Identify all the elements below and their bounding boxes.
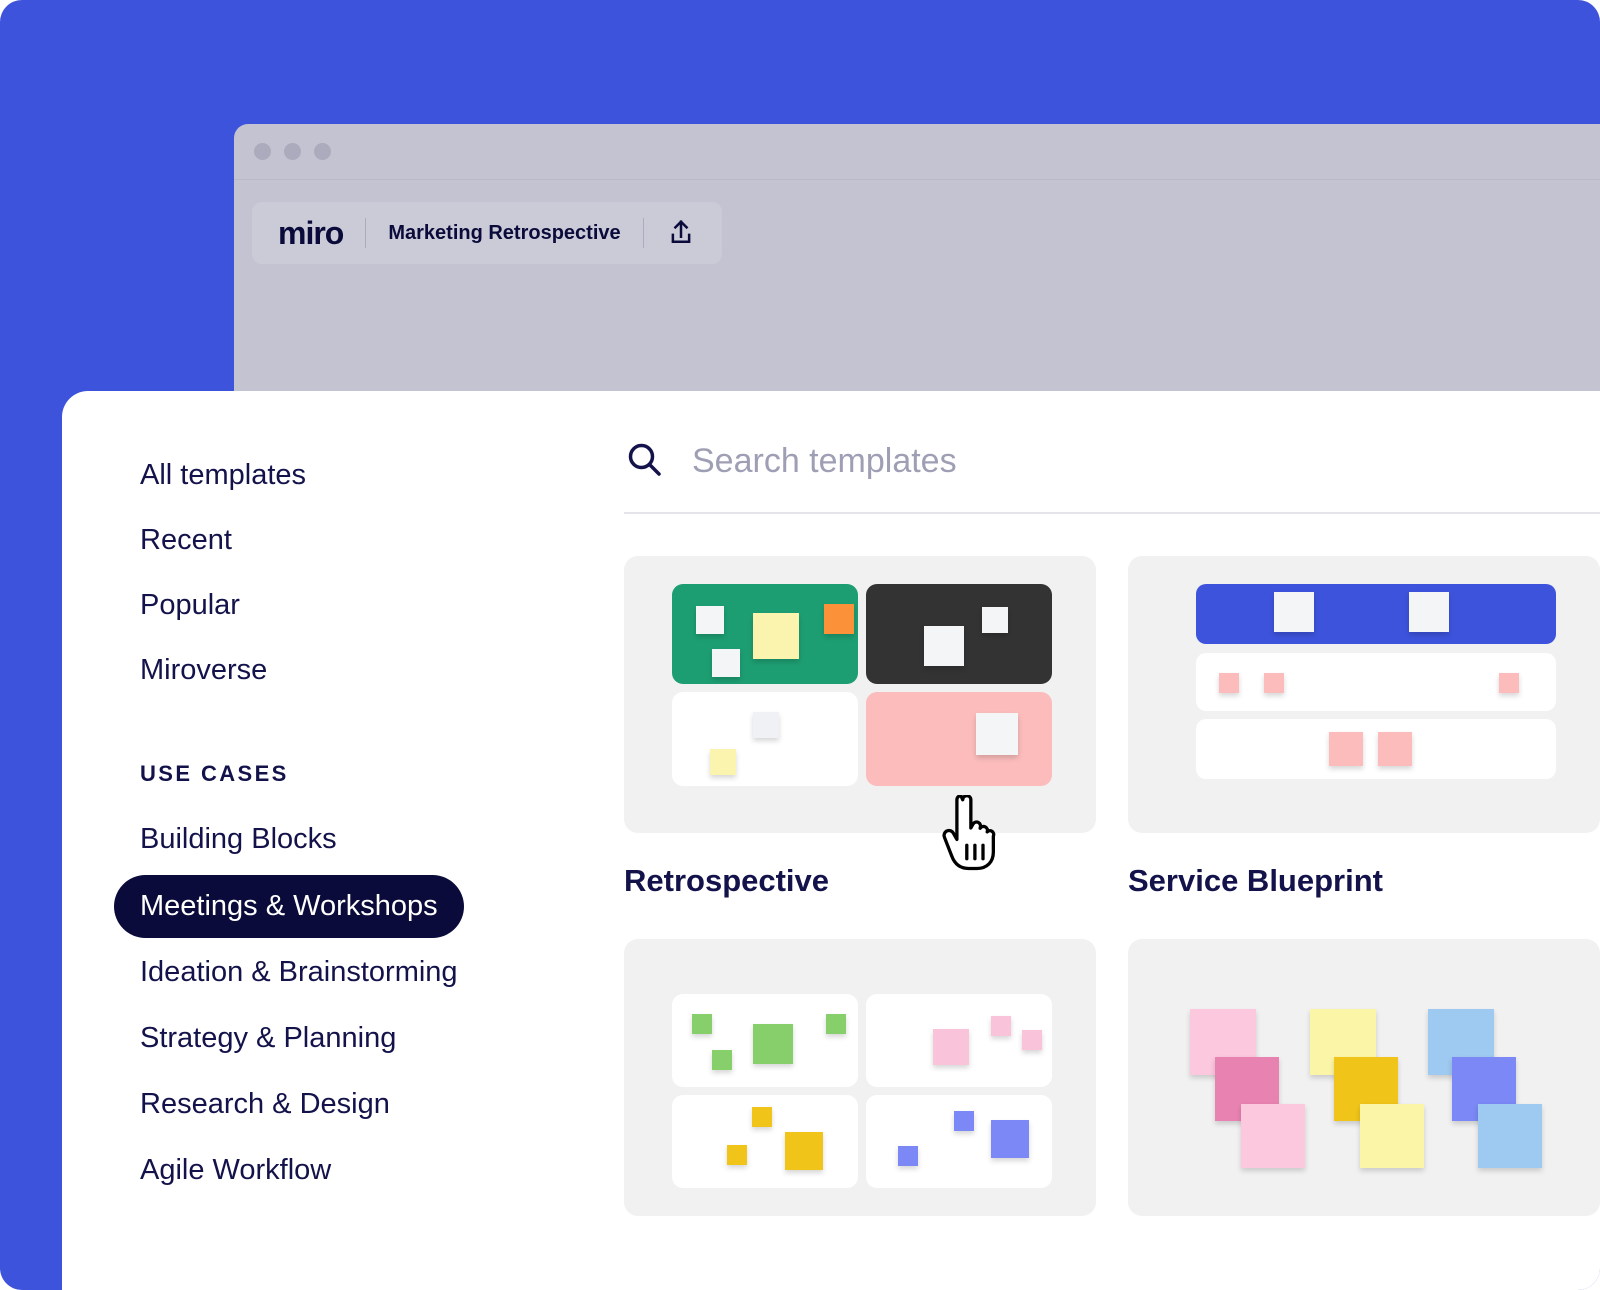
sticky-note	[1378, 732, 1412, 766]
sticky-note	[1499, 673, 1519, 693]
sticky-note	[1360, 1104, 1424, 1168]
template-card-fourth[interactable]	[1128, 939, 1600, 1256]
thumb-quadrant	[866, 994, 1052, 1087]
sidebar-item-recent[interactable]: Recent	[140, 526, 610, 555]
upload-share-icon[interactable]	[666, 218, 696, 248]
sticky-note	[1478, 1104, 1542, 1168]
sticky-note	[712, 1050, 732, 1070]
sticky-note	[898, 1146, 918, 1166]
template-card-service-blueprint[interactable]: Service Blueprint	[1128, 556, 1600, 939]
sidebar-item-strategy-planning[interactable]: Strategy & Planning	[140, 1024, 610, 1053]
sticky-note	[954, 1111, 974, 1131]
sidebar-item-ideation-brainstorming[interactable]: Ideation & Brainstorming	[140, 958, 610, 987]
traffic-light-minimize-icon[interactable]	[284, 143, 301, 160]
template-card-retrospective[interactable]: Retrospective	[624, 556, 1096, 939]
sticky-note	[753, 613, 799, 659]
sidebar-item-miroverse[interactable]: Miroverse	[140, 656, 610, 685]
thumb-quadrant	[672, 692, 858, 786]
board-toolbar: miro Marketing Retrospective	[252, 202, 722, 264]
template-title: Service Blueprint	[1128, 863, 1383, 898]
sticky-note	[1409, 592, 1449, 632]
sticky-note	[696, 606, 724, 634]
sidebar-section-use-cases: USE CASES	[140, 761, 289, 786]
templates-sidebar: All templates Recent Popular Miroverse U…	[114, 461, 610, 1222]
sticky-note	[785, 1132, 823, 1170]
sticky-note	[976, 713, 1018, 755]
window-titlebar	[234, 124, 1600, 180]
thumb-quadrant	[866, 692, 1052, 786]
sticky-note	[710, 749, 736, 775]
thumb-band	[1196, 719, 1556, 779]
templates-grid: Retrospective Service Blueprint	[624, 514, 1600, 1256]
templates-main: Retrospective	[624, 439, 1600, 1290]
sticky-note	[1329, 732, 1363, 766]
template-thumbnail	[1128, 939, 1600, 1216]
toolbar-divider	[365, 218, 367, 248]
sticky-note	[933, 1029, 969, 1065]
sidebar-item-meetings-workshops[interactable]: Meetings & Workshops	[114, 875, 464, 938]
sticky-note	[712, 649, 740, 677]
sticky-note	[1219, 673, 1239, 693]
template-thumbnail	[624, 939, 1096, 1216]
sidebar-item-research-design[interactable]: Research & Design	[140, 1090, 610, 1119]
templates-panel: All templates Recent Popular Miroverse U…	[62, 391, 1600, 1290]
sticky-note	[924, 626, 964, 666]
traffic-light-maximize-icon[interactable]	[314, 143, 331, 160]
sticky-note	[824, 604, 854, 634]
sticky-note	[753, 712, 779, 738]
template-thumbnail	[1128, 556, 1600, 833]
sticky-note	[1274, 592, 1314, 632]
thumb-band	[1196, 584, 1556, 644]
miro-logo[interactable]: miro	[278, 215, 344, 252]
traffic-light-close-icon[interactable]	[254, 143, 271, 160]
screenshot-root: miro Marketing Retrospective All templat…	[0, 0, 1600, 1290]
template-card-third[interactable]	[624, 939, 1096, 1256]
sticky-note	[1241, 1104, 1305, 1168]
sticky-note	[1264, 673, 1284, 693]
sticky-note	[692, 1014, 712, 1034]
thumb-quadrant	[866, 1095, 1052, 1188]
sidebar-item-all-templates[interactable]: All templates	[140, 461, 610, 490]
sticky-note	[752, 1107, 772, 1127]
toolbar-divider	[642, 218, 644, 248]
sticky-note	[1022, 1030, 1042, 1050]
sticky-note	[982, 607, 1008, 633]
thumb-quadrant	[672, 994, 858, 1087]
template-title: Retrospective	[624, 863, 830, 898]
search-icon	[624, 439, 664, 484]
board-name-label[interactable]: Marketing Retrospective	[388, 222, 620, 245]
thumb-band	[1196, 653, 1556, 711]
sticky-note	[991, 1120, 1029, 1158]
template-search-bar	[624, 439, 1600, 514]
thumb-quadrant	[672, 1095, 858, 1188]
sticky-note	[826, 1014, 846, 1034]
thumb-quadrant	[866, 584, 1052, 684]
sidebar-item-building-blocks[interactable]: Building Blocks	[140, 825, 610, 854]
sticky-note	[753, 1024, 793, 1064]
search-input[interactable]	[692, 442, 1600, 481]
sidebar-item-popular[interactable]: Popular	[140, 591, 610, 620]
sidebar-item-agile-workflow[interactable]: Agile Workflow	[140, 1156, 610, 1185]
sticky-note	[991, 1016, 1011, 1036]
sticky-note	[727, 1145, 747, 1165]
thumb-quadrant	[672, 584, 858, 684]
template-thumbnail	[624, 556, 1096, 833]
